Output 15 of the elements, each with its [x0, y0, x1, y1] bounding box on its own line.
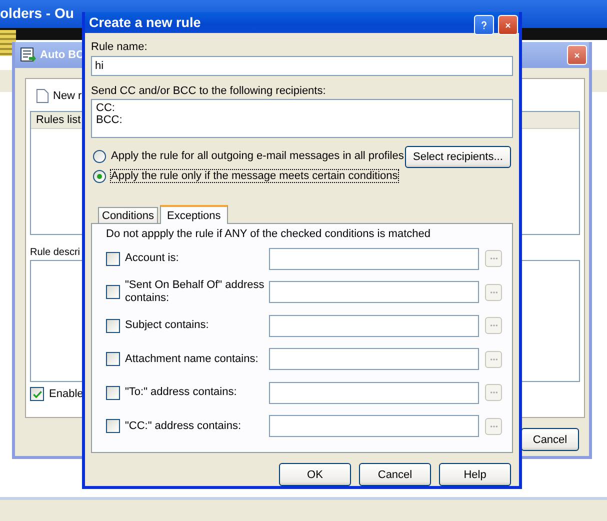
- window-title: olders - Ou: [0, 5, 74, 21]
- recipient-line: BCC:: [96, 114, 124, 126]
- exceptions-note: Do not appply the rule if ANY of the checked conditions is matched: [106, 228, 432, 240]
- checkbox-label: "Sent On Behalf Of" address contains:: [125, 279, 265, 306]
- field-label: Send CC and/or BCC to the following recipients:: [91, 85, 327, 97]
- checkbox-label: "CC:" address contains:: [125, 420, 242, 433]
- checkbox-label: "To:" address contains:: [125, 386, 238, 400]
- dialog-title: Create a new rule: [89, 15, 201, 30]
- checkbox-label: Enable: [49, 388, 84, 400]
- recipient-line: CC:: [96, 102, 116, 114]
- field-label: Rule name:: [91, 41, 148, 53]
- checkbox-label: Attachment name contains:: [125, 352, 260, 366]
- checkbox-label: Subject contains:: [125, 319, 210, 332]
- description-label: Rule descri: [30, 247, 80, 258]
- checkbox-label: Account is:: [125, 252, 180, 266]
